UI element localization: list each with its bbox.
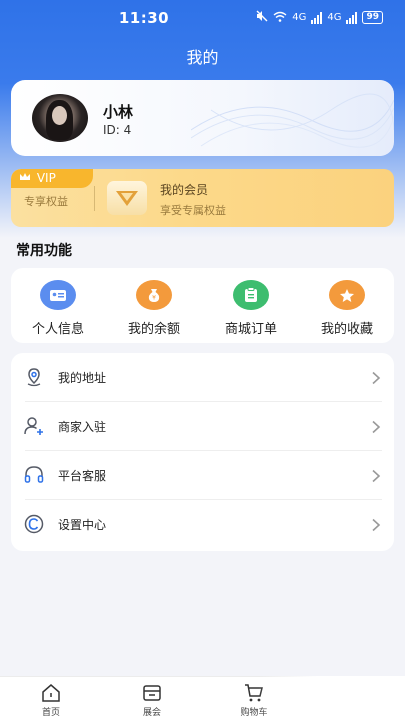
menu-item-label: 设置中心 (58, 518, 107, 532)
money-bag-icon: ¥ (136, 280, 172, 310)
page-title: 我的 (186, 48, 219, 67)
vip-tag-label: VIP (36, 171, 56, 185)
menu-item-support[interactable]: 平台客服 (11, 451, 394, 500)
star-icon (329, 280, 365, 310)
wifi-icon (273, 11, 287, 25)
tab-home[interactable]: 首页 (1, 677, 101, 720)
quick-item-label: 商城订单 (224, 322, 277, 337)
settings-menu-card: 我的地址 商家入驻 平台客服 设置中心 (11, 353, 394, 551)
vip-badge-icon (107, 181, 147, 215)
profile-id: ID: 4 (103, 123, 132, 137)
crown-icon (19, 169, 33, 188)
vip-tag: VIP (11, 169, 93, 188)
avatar[interactable] (32, 94, 88, 142)
tab-bar-fade-overlay (258, 676, 405, 720)
chevron-right-icon (370, 517, 382, 532)
quick-item-balance[interactable]: ¥ 我的余额 (114, 268, 194, 343)
home-icon (41, 683, 61, 703)
status-time: 11:30 (118, 9, 170, 27)
status-bar: 11:30 4G 4G 99 (0, 0, 405, 36)
signal-bars-icon (311, 11, 323, 24)
status-icons: 4G 4G 99 (256, 10, 383, 25)
chevron-right-icon (370, 419, 382, 434)
vip-left-text: 专享权益 (24, 195, 68, 208)
tab-label: 展会 (142, 708, 161, 718)
order-clipboard-icon (233, 280, 269, 310)
exhibition-box-icon (142, 683, 162, 703)
signal-bars-icon-2 (346, 11, 358, 24)
menu-item-settings[interactable]: 设置中心 (11, 500, 394, 549)
signal-4g-label-1: 4G (292, 12, 307, 23)
user-add-icon (23, 415, 45, 437)
menu-item-label: 我的地址 (58, 371, 107, 385)
menu-item-address[interactable]: 我的地址 (11, 353, 394, 402)
quick-item-orders[interactable]: 商城订单 (211, 268, 291, 343)
menu-item-label: 商家入驻 (58, 420, 107, 434)
tab-label: 首页 (41, 708, 60, 718)
vip-divider (94, 186, 95, 211)
profile-card[interactable] (11, 80, 394, 156)
common-functions-title: 常用功能 (16, 243, 72, 259)
menu-item-merchant[interactable]: 商家入驻 (11, 402, 394, 451)
tab-exhibition[interactable]: 展会 (102, 677, 202, 720)
location-pin-icon (23, 366, 45, 388)
copyright-c-icon (23, 513, 45, 535)
mute-icon (256, 10, 268, 25)
quick-item-label: 个人信息 (31, 322, 84, 337)
signal-4g-label-2: 4G (327, 12, 342, 23)
quick-item-favorites[interactable]: 我的收藏 (307, 268, 387, 343)
vip-subtitle: 享受专属权益 (160, 204, 226, 217)
vip-title: 我的会员 (160, 183, 209, 197)
id-card-icon (40, 280, 76, 310)
wave-decoration (191, 93, 394, 148)
svg-text:¥: ¥ (152, 295, 156, 302)
common-functions-card: 个人信息 ¥ 我的余额 商城订单 我的收藏 (11, 268, 394, 343)
vip-card[interactable]: VIP 专享权益 我的会员 享受专属权益 (11, 169, 394, 227)
quick-item-label: 我的收藏 (320, 322, 373, 337)
battery-indicator: 99 (362, 11, 383, 24)
quick-item-label: 我的余额 (127, 322, 180, 337)
quick-item-personal-info[interactable]: 个人信息 (18, 268, 98, 343)
menu-item-label: 平台客服 (58, 469, 107, 483)
chevron-right-icon (370, 370, 382, 385)
profile-name: 小林 (103, 103, 134, 121)
chevron-right-icon (370, 468, 382, 483)
headset-icon (23, 464, 45, 486)
